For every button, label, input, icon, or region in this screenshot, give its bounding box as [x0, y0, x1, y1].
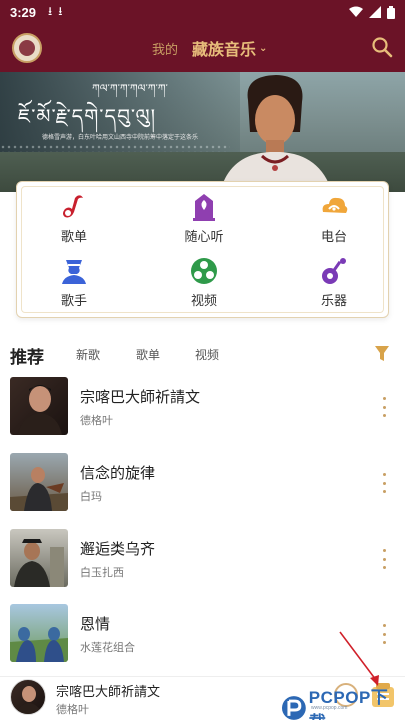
song-row[interactable]: 邂逅类乌齐 白玉扎西	[0, 529, 405, 591]
song-artist: 德格叶	[80, 415, 113, 427]
search-icon[interactable]	[371, 36, 393, 58]
category-label: 视频	[190, 293, 217, 308]
category-video[interactable]: 视频	[159, 256, 249, 314]
cloud-icon	[322, 197, 348, 213]
filter-icon[interactable]	[375, 346, 389, 362]
app-screen: 3:29 ⭳ ⭳ 我的 藏族音乐 ⌄ ཀལ་ཀ་ཀ་ཀལ་ཀ་ཀ་ ཇོ་མོ་…	[0, 0, 405, 720]
song-artist: 白玛	[80, 491, 102, 503]
arrow-annotation	[339, 631, 379, 686]
song-cover	[10, 453, 68, 511]
singer-icon	[62, 260, 86, 284]
chevron-down-icon: ⌄	[259, 42, 268, 54]
song-title: 恩情	[80, 616, 111, 633]
song-row[interactable]: 宗喀巴大師祈請文 德格叶	[0, 377, 405, 439]
song-cover	[10, 529, 68, 587]
category-label: 歌手	[60, 293, 87, 308]
singer-photo	[220, 75, 332, 192]
song-artist: 白玉扎西	[80, 567, 124, 579]
avatar-icon[interactable]	[12, 33, 42, 63]
video-icon	[191, 258, 217, 284]
category-label: 乐器	[320, 293, 347, 308]
more-options-icon[interactable]	[381, 397, 387, 417]
status-right-icons	[349, 5, 395, 19]
more-options-icon[interactable]	[381, 549, 387, 569]
wifi-icon	[349, 6, 363, 17]
tab-mine[interactable]: 我的	[152, 39, 178, 58]
pcpop-logo-icon	[281, 696, 306, 720]
song-cover	[10, 604, 68, 662]
download-icon: ⭳	[58, 3, 63, 18]
watermark-text: PCPOP下载	[308, 688, 389, 720]
status-time: 3:29	[10, 4, 37, 20]
song-row[interactable]: 信念的旋律 白玛	[0, 453, 405, 515]
player-cover	[10, 679, 46, 715]
category-instrument[interactable]: 乐器	[289, 256, 379, 314]
download-icon: ⭳	[48, 3, 53, 18]
category-label: 随心听	[184, 229, 224, 244]
song-title: 宗喀巴大師祈請文	[80, 389, 201, 406]
signal-icon	[369, 6, 381, 18]
banner-title: ཇོ་མོ་རྗེ་དགེ་དབུ་ལུ།	[18, 104, 157, 128]
player-song-title: 宗喀巴大師祈請文	[56, 684, 161, 699]
status-bar: 3:29 ⭳ ⭳	[0, 0, 405, 24]
song-title: 信念的旋律	[80, 465, 156, 482]
recommend-tabs: 推荐 新歌 歌单 视频	[0, 340, 405, 368]
category-random[interactable]: 随心听	[159, 192, 249, 250]
watermark: PCPOP下载 www.pcpop.com	[281, 683, 405, 720]
tab-recommend[interactable]: 推荐	[10, 343, 44, 368]
category-singer[interactable]: 歌手	[29, 256, 119, 314]
banner[interactable]: ཀལ་ཀ་ཀ་ཀལ་ཀ་ཀ་ ཇོ་མོ་རྗེ་དགེ་དབུ་ལུ། 德格雪…	[0, 72, 405, 192]
tab-playlists[interactable]: 歌单	[136, 346, 160, 363]
category-card: 歌单 随心听 电台 歌手 视频 乐器	[16, 181, 389, 318]
song-title: 邂逅类乌齐	[80, 541, 156, 558]
song-artist: 水莲花组合	[80, 642, 135, 654]
shrine-icon	[193, 194, 215, 221]
more-options-icon[interactable]	[381, 473, 387, 493]
watermark-sub: www.pcpop.com	[311, 705, 348, 711]
song-cover	[10, 377, 68, 435]
tab-videos[interactable]: 视频	[195, 346, 219, 363]
tab-tibetan-music-label: 藏族音乐	[192, 40, 257, 59]
banner-subtitle: 德格雪声游，白东叶哈用文山西寺中院前筹中落定于这条乐	[42, 135, 199, 141]
instrument-icon	[322, 258, 346, 284]
battery-icon	[387, 5, 395, 19]
tab-new-songs[interactable]: 新歌	[76, 346, 100, 363]
category-label: 歌单	[60, 229, 87, 244]
category-radio[interactable]: 电台	[289, 192, 379, 250]
player-artist: 德格叶	[56, 704, 89, 716]
tab-tibetan-music[interactable]: 藏族音乐 ⌄	[192, 36, 267, 60]
category-label: 电台	[320, 229, 347, 244]
app-header: 我的 藏族音乐 ⌄	[0, 24, 405, 72]
playlist-icon	[63, 195, 83, 218]
category-playlist[interactable]: 歌单	[29, 192, 119, 250]
